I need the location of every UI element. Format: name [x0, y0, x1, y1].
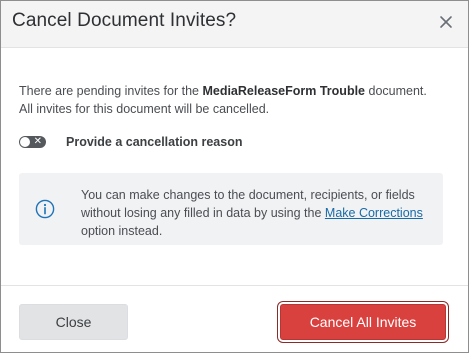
- pending-invites-message: There are pending invites for the MediaR…: [19, 82, 439, 118]
- toggle-knob: [20, 137, 30, 147]
- make-corrections-link[interactable]: Make Corrections: [325, 206, 423, 220]
- info-text: You can make changes to the document, re…: [81, 186, 431, 240]
- info-text-after: option instead.: [81, 224, 163, 238]
- cancel-invites-dialog: Cancel Document Invites? There are pendi…: [0, 0, 469, 353]
- info-callout: You can make changes to the document, re…: [19, 173, 443, 245]
- toggle-off-glyph: ✕: [33, 136, 42, 147]
- info-icon: [35, 199, 55, 219]
- cancellation-reason-label: Provide a cancellation reason: [66, 135, 243, 149]
- document-name: MediaReleaseForm Trouble: [202, 84, 366, 98]
- dialog-header: Cancel Document Invites?: [1, 1, 468, 48]
- cancellation-reason-toggle[interactable]: ✕: [19, 136, 46, 148]
- cancellation-reason-row: ✕ Provide a cancellation reason: [19, 134, 242, 150]
- close-icon[interactable]: [438, 14, 454, 30]
- message-prefix: There are pending invites for the: [19, 84, 203, 98]
- dialog-footer: Close Cancel All Invites: [1, 285, 468, 353]
- close-button[interactable]: Close: [19, 304, 128, 340]
- dialog-title: Cancel Document Invites?: [12, 10, 237, 31]
- cancel-all-invites-button[interactable]: Cancel All Invites: [280, 304, 446, 340]
